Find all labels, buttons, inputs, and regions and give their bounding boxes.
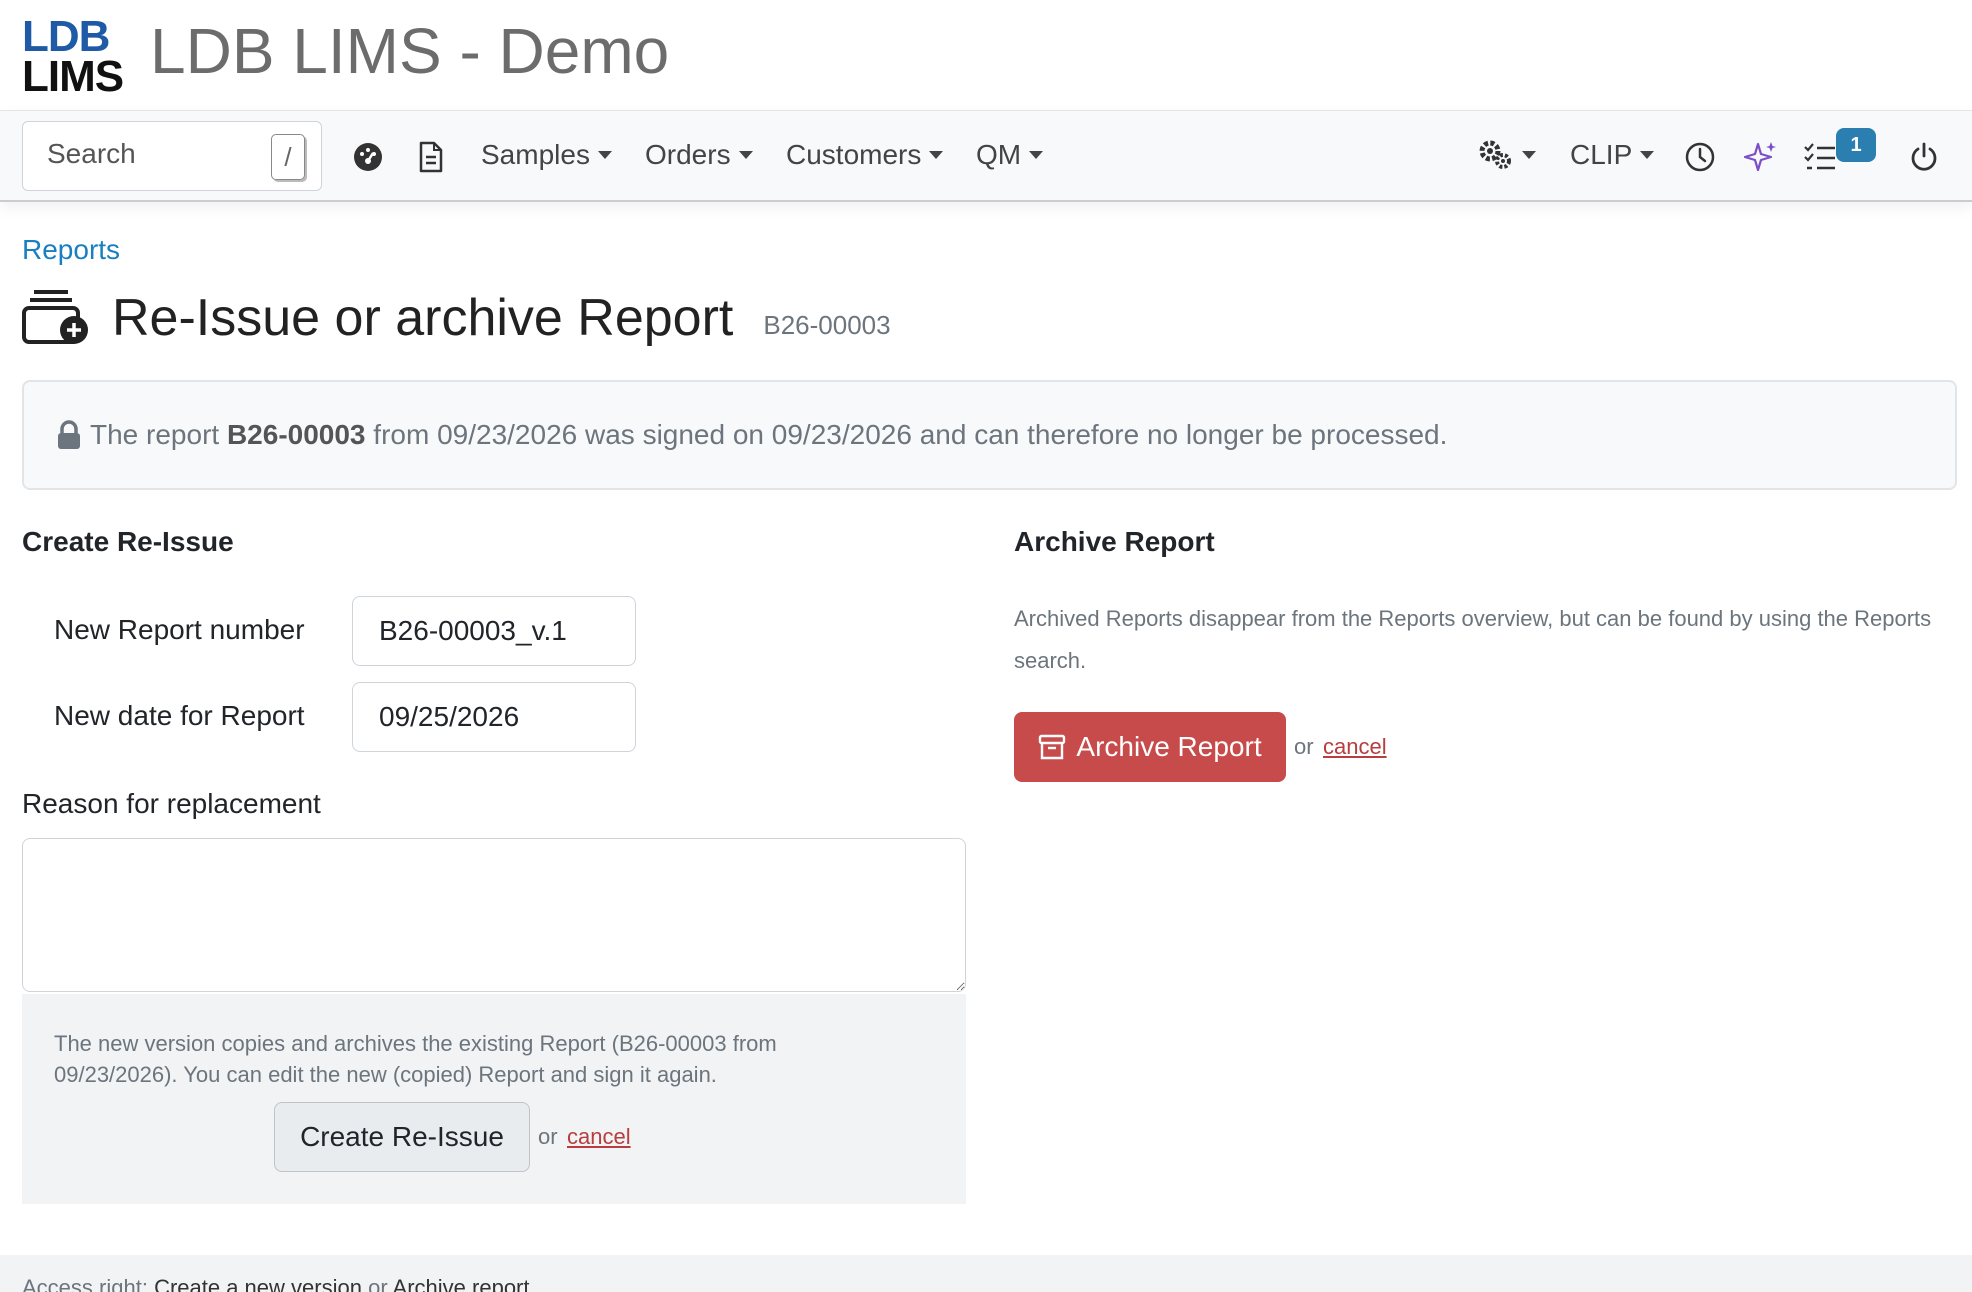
app-title: LDB LIMS - Demo bbox=[150, 15, 670, 87]
new-date-label: New date for Report bbox=[54, 700, 305, 731]
alert-message: from 09/23/2026 was signed on 09/23/2026… bbox=[373, 419, 1448, 450]
page-title: Re-Issue or archive Report bbox=[112, 289, 734, 347]
power-icon[interactable] bbox=[1906, 139, 1942, 175]
search-box[interactable]: / bbox=[22, 121, 322, 191]
create-reissue-button[interactable]: Create Re-Issue bbox=[274, 1102, 530, 1172]
archive-description: Archived Reports disappear from the Repo… bbox=[1014, 606, 1932, 673]
search-shortcut-key: / bbox=[271, 134, 305, 180]
reissue-help-panel: The new version copies and archives the … bbox=[22, 994, 966, 1204]
footer-right-archive: Archive report bbox=[392, 1275, 530, 1292]
nav-menu-qm[interactable]: QM bbox=[976, 139, 1044, 171]
locked-alert: The report B26-00003 from 09/23/2026 was… bbox=[22, 380, 1957, 490]
caret-down-icon bbox=[1640, 151, 1655, 159]
caret-down-icon bbox=[597, 151, 612, 159]
caret-down-icon bbox=[1029, 151, 1044, 159]
sparkles-icon[interactable] bbox=[1743, 139, 1779, 175]
nav-menu-samples-label: Samples bbox=[481, 139, 590, 170]
footer-right-new-version: Create a new version bbox=[154, 1275, 362, 1292]
document-icon[interactable] bbox=[413, 139, 449, 175]
archive-report-button[interactable]: Archive Report bbox=[1014, 712, 1286, 782]
archive-box-icon bbox=[1039, 734, 1066, 760]
caret-down-icon bbox=[738, 151, 753, 159]
reissue-section-title: Create Re-Issue bbox=[22, 526, 234, 557]
nav-menu-customers-label: Customers bbox=[786, 139, 922, 170]
search-input[interactable] bbox=[47, 138, 267, 170]
report-stack-add-icon bbox=[22, 286, 90, 351]
new-report-number-label: New Report number bbox=[54, 614, 305, 645]
nav-menu-orders[interactable]: Orders bbox=[645, 139, 753, 171]
footer: Access right: Create a new version or Ar… bbox=[0, 1255, 1972, 1292]
history-clock-icon[interactable] bbox=[1682, 139, 1718, 175]
nav-menu-samples[interactable]: Samples bbox=[481, 139, 612, 171]
archive-section-title: Archive Report bbox=[1014, 526, 1215, 557]
caret-down-icon bbox=[929, 151, 944, 159]
reissue-cancel-link[interactable]: cancel bbox=[567, 1124, 631, 1150]
clip-menu-label: CLIP bbox=[1570, 139, 1633, 170]
new-date-input[interactable] bbox=[352, 682, 636, 752]
nav-menu-qm-label: QM bbox=[976, 139, 1022, 170]
footer-prefix: Access right: bbox=[22, 1275, 148, 1292]
clip-menu[interactable]: CLIP bbox=[1570, 139, 1655, 171]
tasks-count-badge: 1 bbox=[1836, 128, 1876, 162]
page-header: Re-Issue or archive Report B26-00003 bbox=[22, 282, 891, 354]
breadcrumb-reports[interactable]: Reports bbox=[22, 234, 120, 266]
alert-prefix: The report bbox=[90, 419, 220, 450]
new-report-number-input[interactable] bbox=[352, 596, 636, 666]
reason-textarea[interactable] bbox=[22, 838, 966, 992]
navbar: / Samples Orders Customers QM CLIP 1 bbox=[0, 110, 1972, 202]
reissue-or-text: or bbox=[538, 1124, 558, 1149]
alert-report-number: B26-00003 bbox=[226, 419, 366, 450]
archive-or-text: or bbox=[1294, 734, 1314, 759]
nav-menu-customers[interactable]: Customers bbox=[786, 139, 944, 171]
archive-cancel-link[interactable]: cancel bbox=[1323, 734, 1387, 760]
nav-menu-orders-label: Orders bbox=[645, 139, 731, 170]
archive-report-button-label: Archive Report bbox=[1076, 731, 1262, 762]
logo[interactable]: LDB LIMS bbox=[22, 12, 124, 102]
task-list-icon[interactable] bbox=[1802, 139, 1838, 175]
settings-gears-icon bbox=[1479, 140, 1511, 169]
logo-line2: LIMS bbox=[22, 52, 124, 101]
page-report-number: B26-00003 bbox=[763, 309, 891, 340]
reason-label: Reason for replacement bbox=[22, 788, 321, 819]
caret-down-icon bbox=[1522, 151, 1536, 159]
settings-menu[interactable] bbox=[1478, 139, 1536, 171]
footer-or: or bbox=[368, 1275, 388, 1292]
lock-icon bbox=[56, 420, 82, 450]
reissue-help-text: The new version copies and archives the … bbox=[54, 1031, 777, 1087]
dashboard-icon[interactable] bbox=[350, 139, 386, 175]
